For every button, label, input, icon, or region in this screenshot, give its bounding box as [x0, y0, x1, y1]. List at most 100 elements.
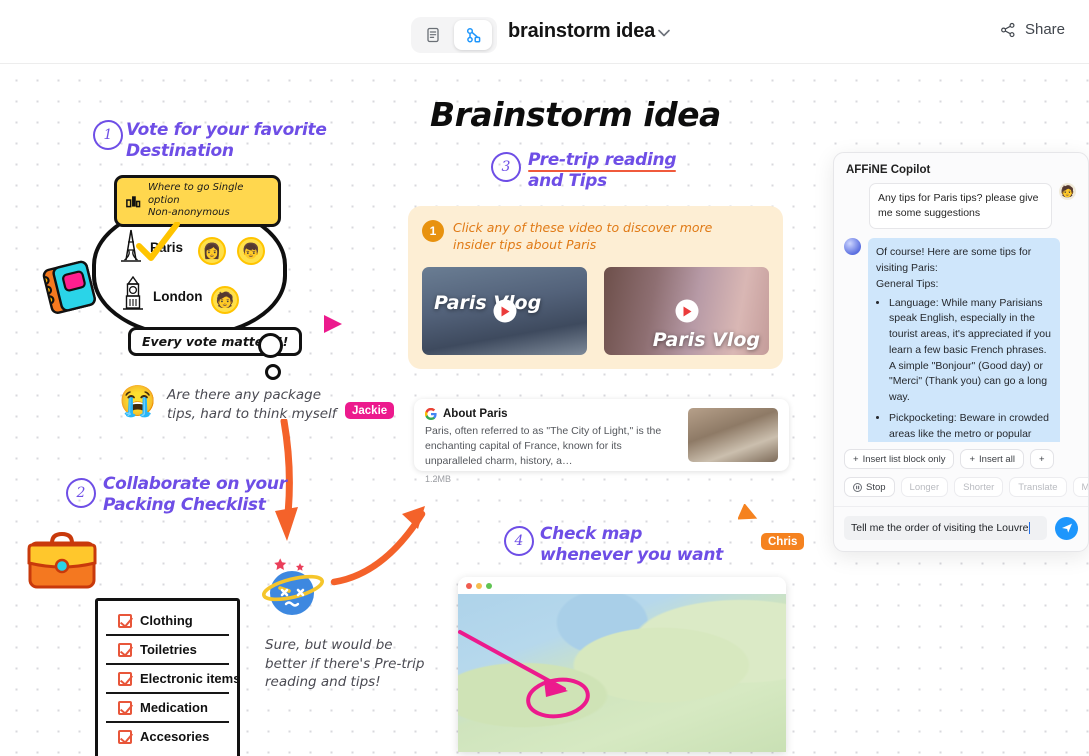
map-annotation-icon — [458, 630, 590, 719]
voter-emoji: 👩 — [202, 243, 222, 260]
map-window-titlebar — [458, 577, 786, 594]
share-button[interactable]: Share — [1000, 21, 1065, 38]
document-title[interactable]: brainstorm idea — [508, 20, 655, 43]
chat-input[interactable]: Tell me the order of visiting the Louvre — [844, 516, 1047, 540]
checklist-item-label: Accesories — [140, 729, 210, 744]
voter-avatar[interactable]: 👩 — [198, 237, 226, 265]
window-close-dot[interactable] — [466, 582, 472, 589]
plus-icon: + — [1038, 453, 1045, 465]
more-button[interactable]: Mo — [1072, 477, 1089, 497]
voter-avatar[interactable]: 👦 — [237, 237, 265, 265]
suitcase-sticker — [26, 529, 98, 596]
stop-button[interactable]: Stop — [844, 477, 895, 497]
app-root: brainstorm idea Share Brainstorm idea 1 … — [0, 0, 1089, 756]
copilot-panel[interactable]: AFFiNE Copilot Any tips for Paris tips? … — [833, 152, 1089, 552]
video-card-paris-vlog-2[interactable]: Paris Vlog — [604, 267, 769, 356]
mode-switch[interactable] — [411, 17, 497, 53]
bubble-dot-small — [265, 364, 281, 380]
map-body[interactable] — [458, 594, 786, 752]
poll-option-london-label: London — [153, 288, 203, 304]
step-3-number: 3 — [501, 159, 511, 175]
video-label: Paris Vlog — [434, 292, 542, 315]
copilot-input-row: Tell me the order of visiting the Louvre — [834, 507, 1088, 551]
step-3-line1: Pre-trip reading — [528, 150, 677, 170]
ai-bullet: Language: While many Parisians speak Eng… — [889, 296, 1052, 406]
checklist-item[interactable]: Toiletries — [106, 636, 229, 665]
stop-label: Stop — [866, 481, 886, 493]
edgeless-mode-button[interactable] — [454, 20, 492, 50]
page-mode-button[interactable] — [414, 20, 452, 50]
step-1-badge: 1 — [93, 120, 123, 150]
more-label: Mo — [1081, 481, 1089, 493]
poll-tag[interactable]: Where to go Single option Non-anonymous — [114, 175, 281, 227]
insert-more-button[interactable]: + — [1029, 449, 1054, 469]
window-maximize-dot[interactable] — [486, 582, 492, 589]
cursor-chris — [737, 503, 760, 533]
link-preview-card[interactable]: About Paris Paris, often referred to as … — [414, 399, 789, 484]
bubble-dot-large — [258, 333, 283, 358]
window-minimize-dot[interactable] — [476, 582, 482, 589]
crying-face-icon: 😭 — [119, 385, 157, 418]
checkbox-icon[interactable] — [118, 642, 132, 657]
big-ben-icon — [123, 276, 143, 310]
share-label: Share — [1024, 21, 1065, 38]
translate-label: Translate — [1018, 481, 1058, 493]
video-tips-card[interactable]: 1 Click any of these video to discover m… — [408, 206, 783, 370]
copilot-conversation[interactable]: Any tips for Paris tips? please give me … — [834, 183, 1088, 442]
translate-button[interactable]: Translate — [1009, 477, 1067, 497]
step-1-line2: Destination — [126, 140, 234, 161]
checkbox-icon[interactable] — [118, 671, 132, 686]
checkbox-icon[interactable] — [118, 729, 132, 744]
link-card-size: 1.2MB — [425, 473, 452, 484]
checklist-item[interactable]: Electronic items — [106, 665, 240, 694]
checkbox-icon[interactable] — [118, 613, 132, 628]
video-card-paris-vlog-1[interactable]: Paris Vlog — [422, 267, 587, 356]
title-dropdown-button[interactable] — [655, 26, 673, 44]
dizzy-note-text: Sure, but would be better if there's Pre… — [265, 636, 424, 692]
video-label: Paris Vlog — [652, 329, 760, 352]
edgeless-mode-icon — [466, 27, 480, 43]
shorter-button[interactable]: Shorter — [954, 477, 1004, 497]
copilot-tools: Stop Longer Shorter Translate Mo — [834, 469, 1088, 507]
insert-list-block-label: Insert list block only — [862, 453, 946, 465]
checkbox-icon[interactable] — [118, 700, 132, 715]
play-button[interactable] — [493, 299, 516, 323]
copilot-ai-message-row: Of course! Here are some tips for visiti… — [844, 238, 1078, 442]
link-card-thumbnail — [688, 408, 778, 462]
ai-bullet: Pickpocketing: Beware in crowded areas l… — [889, 411, 1052, 442]
poll-option-london[interactable]: London — [121, 276, 202, 316]
checklist-item-label: Medication — [140, 700, 208, 715]
cursor-label-chris: Chris — [761, 533, 805, 550]
step-2-badge: 2 — [66, 478, 96, 508]
checklist-item[interactable]: Accesories — [106, 723, 229, 750]
send-button[interactable] — [1055, 516, 1078, 540]
voter-avatar[interactable]: 🧑 — [211, 286, 239, 314]
ai-avatar — [844, 238, 861, 256]
step-1-number: 1 — [103, 127, 113, 143]
link-card-title: About Paris — [443, 408, 508, 420]
plus-icon: + — [969, 453, 976, 465]
copilot-ai-message: Of course! Here are some tips for visiti… — [868, 238, 1060, 442]
step-3-underline — [528, 169, 677, 172]
step-3-line2: and Tips — [528, 170, 607, 191]
checklist-item[interactable]: Clothing — [106, 607, 229, 636]
tips-line2: insider tips about Paris — [453, 236, 597, 252]
longer-button[interactable]: Longer — [900, 477, 949, 497]
step-4-number: 4 — [514, 533, 524, 549]
packing-checklist[interactable]: Clothing Toiletries Electronic items Med… — [95, 598, 240, 756]
insert-all-button[interactable]: + Insert all — [960, 449, 1024, 469]
voter-emoji: 🧑 — [215, 292, 235, 309]
copilot-user-message-row: Any tips for Paris tips? please give me … — [844, 183, 1078, 230]
step-2-heading: Collaborate on your Packing Checklist — [103, 474, 287, 515]
copilot-user-message: Any tips for Paris tips? please give me … — [869, 183, 1052, 230]
user-avatar: 🧑 — [1059, 183, 1076, 200]
insert-list-block-button[interactable]: + Insert list block only — [844, 449, 955, 469]
step-4-heading: Check map whenever you want — [540, 524, 723, 565]
orange-curved-arrow — [330, 500, 435, 595]
poll-tag-line2: Non-anonymous — [147, 207, 230, 218]
play-button[interactable] — [675, 299, 698, 323]
step-3-badge: 3 — [491, 152, 521, 182]
map-window[interactable] — [458, 577, 786, 752]
cursor-arrow-icon — [737, 503, 758, 520]
checklist-item[interactable]: Medication — [106, 694, 229, 723]
